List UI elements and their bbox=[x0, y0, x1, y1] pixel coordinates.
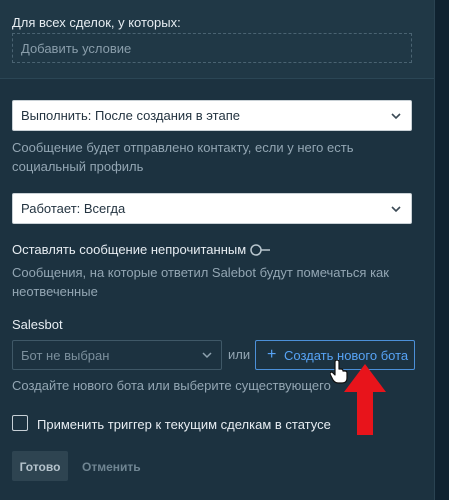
add-condition-field[interactable]: Добавить условие bbox=[12, 33, 412, 63]
execute-select-value: Выполнить: После создания в этапе bbox=[21, 108, 240, 123]
execute-select[interactable]: Выполнить: После создания в этапе bbox=[12, 100, 412, 131]
unread-hint-line-2: неотвеченные bbox=[12, 284, 98, 299]
cancel-button[interactable]: Отменить bbox=[82, 460, 141, 474]
add-condition-placeholder: Добавить условие bbox=[21, 41, 132, 56]
unread-hint: Сообщения, на которые ответил Salebot бу… bbox=[12, 263, 389, 301]
unread-toggle[interactable] bbox=[249, 243, 271, 257]
unread-toggle-label: Оставлять сообщение непрочитанным bbox=[12, 242, 247, 257]
execute-hint-line-2: социальный профиль bbox=[12, 159, 144, 174]
chevron-down-icon bbox=[391, 113, 401, 120]
apply-trigger-label: Применить триггер к текущим сделкам в ст… bbox=[37, 417, 331, 432]
conditions-section: Для всех сделок, у которых: Добавить усл… bbox=[0, 0, 434, 79]
salesbot-select[interactable]: Бот не выбран bbox=[12, 340, 222, 370]
chevron-down-icon bbox=[391, 206, 401, 213]
execute-hint: Сообщение будет отправлено контакту, есл… bbox=[12, 138, 353, 176]
plus-icon: + bbox=[267, 346, 277, 363]
conditions-title: Для всех сделок, у которых: bbox=[12, 15, 181, 30]
apply-trigger-checkbox[interactable] bbox=[12, 415, 28, 431]
or-label: или bbox=[228, 347, 251, 362]
red-arrow-icon bbox=[344, 364, 386, 435]
works-select-value: Работает: Всегда bbox=[21, 201, 126, 216]
chevron-down-icon bbox=[202, 352, 212, 359]
done-label: Готово bbox=[19, 460, 61, 474]
execute-hint-line-1: Сообщение будет отправлено контакту, есл… bbox=[12, 140, 354, 155]
salesbot-label: Salesbot bbox=[12, 317, 63, 332]
salesbot-hint: Создайте нового бота или выберите сущест… bbox=[12, 378, 331, 393]
unread-hint-line-1: Сообщения, на которые ответил Salebot бу… bbox=[12, 265, 389, 280]
works-select[interactable]: Работает: Всегда bbox=[12, 193, 412, 224]
done-button[interactable]: Готово bbox=[12, 451, 68, 481]
salesbot-select-value: Бот не выбран bbox=[21, 348, 110, 363]
